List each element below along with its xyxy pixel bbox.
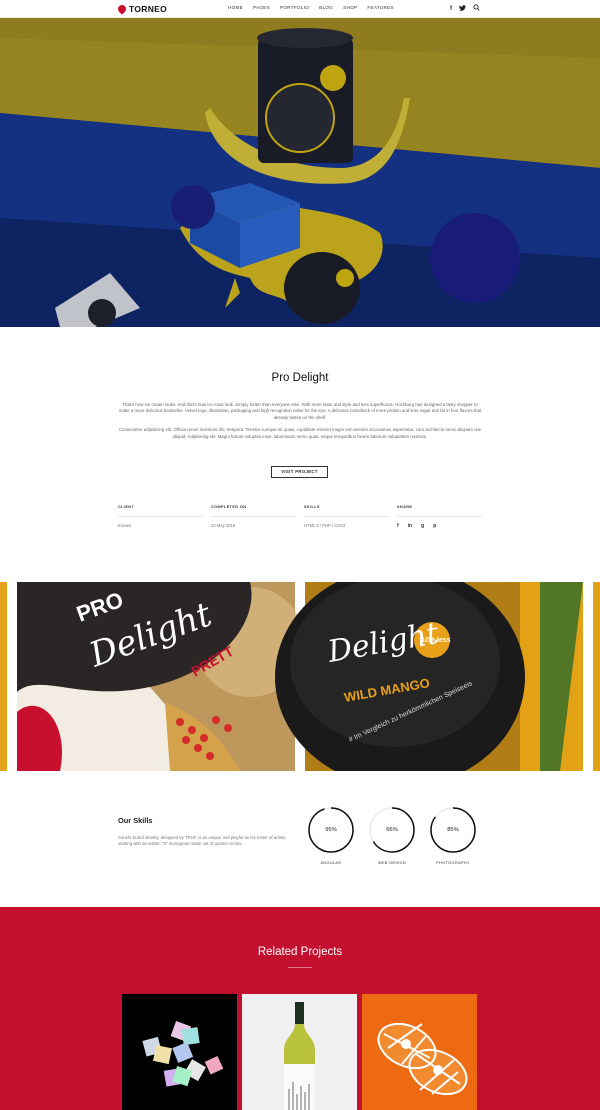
meta-completed-value: 22 May 2018	[211, 523, 236, 528]
skill-angular-label: ANGULAR	[320, 860, 342, 865]
skills-description: Soneht brand identity, designed by TRUF,…	[118, 835, 287, 847]
skill-photography: 85% PHOTOGRAPHY	[429, 806, 477, 870]
project-gallery[interactable]: PRO Delight PRETT Delight WILD MANGO 10%…	[0, 582, 600, 771]
logo[interactable]: TORNEO	[116, 3, 168, 15]
meta-client: CLIENT Envato	[118, 505, 203, 528]
meta-skills-label: SKILLS	[304, 505, 389, 517]
related-project-3[interactable]	[362, 994, 477, 1110]
skills-title: Our Skills	[118, 816, 153, 825]
gallery-image-1: PRO Delight PRETT	[17, 582, 305, 771]
logo-mark-icon	[116, 3, 128, 15]
related-project-2[interactable]	[242, 994, 357, 1110]
skill-photography-label: PHOTOGRAPHY	[436, 860, 470, 865]
meta-client-label: CLIENT	[118, 505, 203, 517]
project-desc-paragraph-1: That's how ice cream looks. And that's h…	[118, 402, 482, 420]
skill-web-design-value: 66%	[386, 827, 398, 833]
skill-angular: 95% ANGULAR	[307, 806, 355, 870]
meta-share: SHARE f in g p	[397, 505, 482, 529]
nav-home[interactable]: HOME	[228, 5, 243, 10]
share-icons: f in g p	[397, 523, 482, 529]
skill-photography-value: 85%	[447, 827, 459, 833]
twitter-icon[interactable]	[459, 4, 466, 15]
nav-shop[interactable]: SHOP	[343, 5, 357, 10]
share-facebook-icon[interactable]: f	[397, 523, 399, 529]
meta-share-label: SHARE	[397, 505, 482, 517]
related-divider	[288, 967, 312, 968]
nav-blog[interactable]: BLOG	[319, 5, 333, 10]
meta-client-value: Envato	[118, 523, 132, 528]
logo-text: TORNEO	[129, 4, 168, 14]
share-pinterest-icon[interactable]: p	[433, 523, 436, 529]
related-projects-section: Related Projects	[0, 907, 600, 1110]
site-header: TORNEO HOME PAGES PORTFOLIO BLOG SHOP FE…	[0, 0, 600, 18]
skill-angular-value: 95%	[325, 827, 337, 833]
meta-skills-value: HTML 5 / PHP / CSS3	[304, 523, 346, 528]
main-nav: HOME PAGES PORTFOLIO BLOG SHOP FEATURES	[228, 5, 394, 10]
share-linkedin-icon[interactable]: in	[408, 523, 412, 529]
related-project-1[interactable]	[122, 994, 237, 1110]
nav-features[interactable]: FEATURES	[367, 5, 394, 10]
project-meta: CLIENT Envato COMPLETED ON 22 May 2018 S…	[118, 505, 482, 535]
gallery-image-2: Delight WILD MANGO 10% less # Im Verglei…	[275, 582, 583, 771]
meta-completed-label: COMPLETED ON	[211, 505, 296, 517]
skill-web-design: 66% WEB DESIGN	[368, 806, 416, 870]
share-google-icon[interactable]: g	[421, 523, 424, 529]
project-desc-paragraph-2: Consectetur adipisicing elit. Officia re…	[118, 427, 482, 439]
project-description: That's how ice cream looks. And that's h…	[118, 402, 482, 446]
project-title: Pro Delight	[271, 372, 329, 384]
facebook-icon[interactable]: f	[450, 5, 452, 14]
nav-portfolio[interactable]: PORTFOLIO	[280, 5, 309, 10]
gallery-less-text: 10% less	[421, 637, 451, 644]
nav-pages[interactable]: PAGES	[253, 5, 270, 10]
meta-skills: SKILLS HTML 5 / PHP / CSS3	[304, 505, 389, 528]
header-social: f	[450, 4, 480, 15]
hero-image	[0, 18, 600, 327]
meta-completed: COMPLETED ON 22 May 2018	[211, 505, 296, 528]
related-projects-title: Related Projects	[257, 946, 343, 958]
search-icon[interactable]	[473, 4, 480, 15]
skill-web-design-label: WEB DESIGN	[378, 860, 406, 865]
visit-project-button[interactable]: VISIT PROJECT	[271, 466, 328, 478]
